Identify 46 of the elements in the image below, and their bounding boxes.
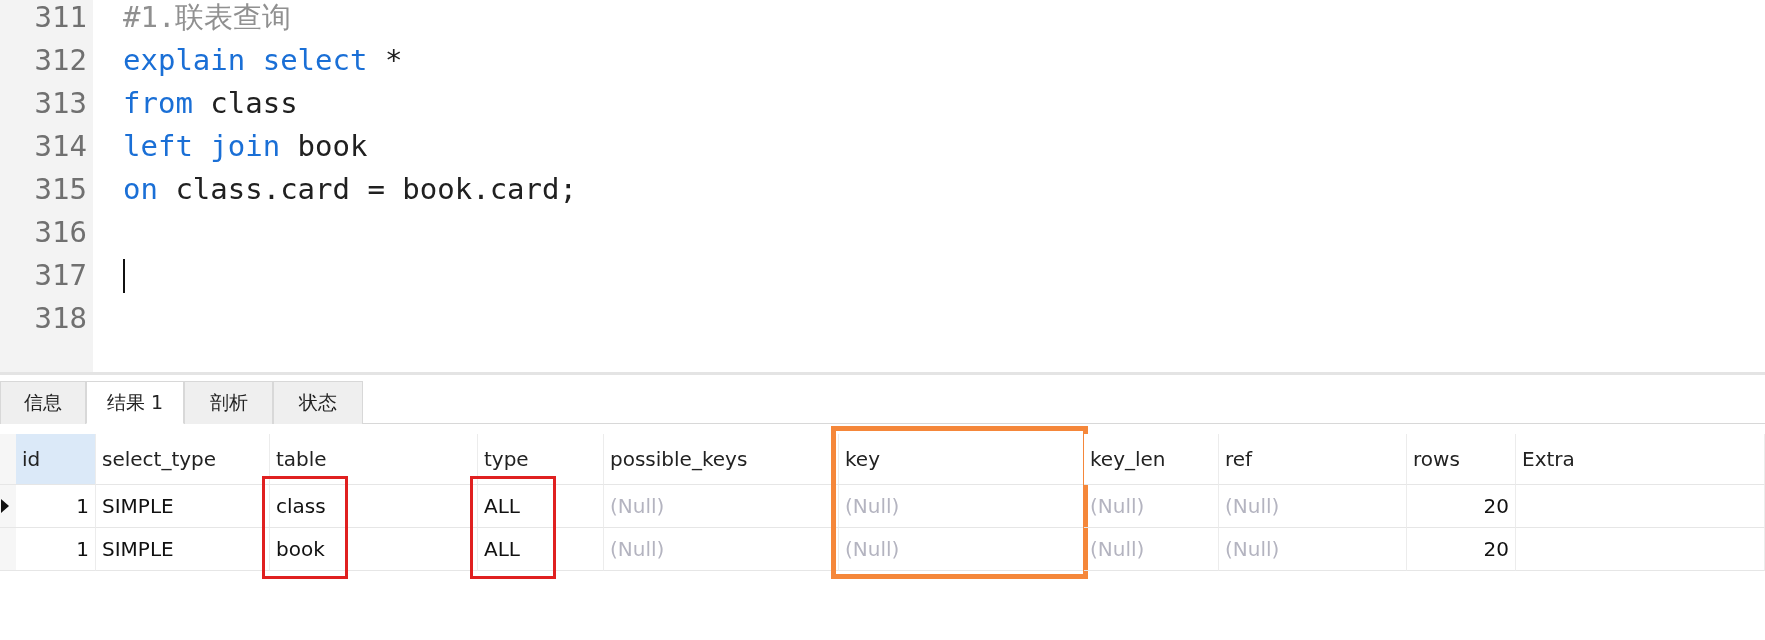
result-tab[interactable]: 结果 1 xyxy=(86,381,184,424)
line-number: 315 xyxy=(33,171,88,208)
column-header[interactable]: rows xyxy=(1407,434,1516,485)
table-cell: 1 xyxy=(16,528,96,571)
code-line: on class.card = book.card; xyxy=(123,171,577,208)
column-header[interactable]: possible_keys xyxy=(604,434,839,485)
line-number: 311 xyxy=(33,0,88,36)
table-cell: (Null) xyxy=(1084,485,1219,528)
current-row-icon xyxy=(0,498,10,514)
table-cell: class xyxy=(270,485,478,528)
code-line: #1.联表查询 xyxy=(123,0,292,36)
table-cell: 20 xyxy=(1407,485,1516,528)
table-cell: ALL xyxy=(478,485,604,528)
column-header[interactable]: table xyxy=(270,434,478,485)
column-header[interactable]: key_len xyxy=(1084,434,1219,485)
line-number: 316 xyxy=(33,214,88,251)
table-cell: (Null) xyxy=(839,485,1084,528)
line-number: 317 xyxy=(33,257,88,294)
result-tab[interactable]: 状态 xyxy=(273,381,363,424)
table-cell: (Null) xyxy=(604,528,839,571)
code-line: explain select * xyxy=(123,42,403,79)
table-cell: 20 xyxy=(1407,528,1516,571)
row-selector[interactable] xyxy=(0,485,16,528)
line-number: 313 xyxy=(33,85,88,122)
result-tab[interactable]: 信息 xyxy=(0,381,86,424)
table-cell: ALL xyxy=(478,528,604,571)
column-header[interactable]: type xyxy=(478,434,604,485)
line-number: 318 xyxy=(33,300,88,337)
line-number: 314 xyxy=(33,128,88,165)
column-header[interactable]: ref xyxy=(1219,434,1407,485)
table-cell: (Null) xyxy=(604,485,839,528)
column-header[interactable]: select_type xyxy=(96,434,270,485)
table-cell: 1 xyxy=(16,485,96,528)
column-header[interactable]: Extra xyxy=(1516,434,1765,485)
table-cell: (Null) xyxy=(1219,528,1407,571)
table-cell: book xyxy=(270,528,478,571)
table-cell: (Null) xyxy=(1084,528,1219,571)
code-line: from class xyxy=(123,85,298,122)
table-cell: (Null) xyxy=(839,528,1084,571)
table-cell: SIMPLE xyxy=(96,528,270,571)
table-cell: (Null) xyxy=(1219,485,1407,528)
result-tab[interactable]: 剖析 xyxy=(184,381,273,424)
code-line: left join book xyxy=(123,128,368,165)
column-header[interactable]: id xyxy=(16,434,96,485)
table-cell: SIMPLE xyxy=(96,485,270,528)
line-number: 312 xyxy=(33,42,88,79)
